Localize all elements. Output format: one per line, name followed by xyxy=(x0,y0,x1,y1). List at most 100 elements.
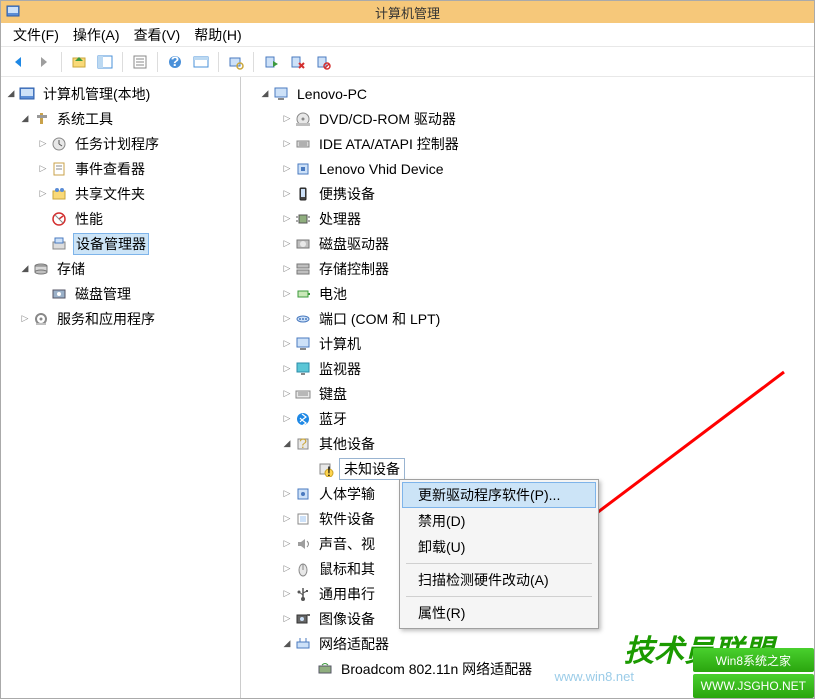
view-button[interactable] xyxy=(190,51,212,73)
expand-toggle[interactable] xyxy=(37,163,49,175)
vhid-icon xyxy=(295,161,313,177)
expand-toggle[interactable] xyxy=(281,288,293,300)
device-item[interactable]: 便携设备 xyxy=(241,181,814,206)
expand-toggle[interactable] xyxy=(281,188,293,200)
expand-toggle[interactable] xyxy=(281,263,293,275)
computer-icon xyxy=(273,86,291,102)
expand-toggle[interactable] xyxy=(281,563,293,575)
expand-toggle[interactable] xyxy=(281,438,293,450)
expand-toggle[interactable] xyxy=(281,588,293,600)
device-item[interactable]: 处理器 xyxy=(241,206,814,231)
back-button[interactable] xyxy=(7,51,29,73)
share-icon xyxy=(51,186,69,202)
perf-icon xyxy=(51,211,69,227)
context-menu-item[interactable]: 更新驱动程序软件(P)... xyxy=(402,482,596,508)
keyboard-icon xyxy=(295,386,313,402)
expand-toggle[interactable] xyxy=(281,613,293,625)
enable-button[interactable] xyxy=(260,51,282,73)
uninstall-button[interactable] xyxy=(286,51,308,73)
expand-toggle[interactable] xyxy=(281,163,293,175)
forward-button[interactable] xyxy=(33,51,55,73)
device-item[interactable]: DVD/CD-ROM 驱动器 xyxy=(241,106,814,131)
tree-root[interactable]: 计算机管理(本地) xyxy=(1,81,240,106)
up-button[interactable] xyxy=(68,51,90,73)
expand-toggle[interactable] xyxy=(37,288,49,300)
context-menu-item[interactable]: 属性(R) xyxy=(402,600,596,626)
device-item[interactable]: 监视器 xyxy=(241,356,814,381)
scan-button[interactable] xyxy=(225,51,247,73)
device-item[interactable]: 键盘 xyxy=(241,381,814,406)
device-item[interactable]: 计算机 xyxy=(241,331,814,356)
context-menu-item[interactable]: 禁用(D) xyxy=(402,508,596,534)
portable-icon xyxy=(295,186,313,202)
expand-toggle[interactable] xyxy=(37,188,49,200)
expand-toggle[interactable] xyxy=(281,513,293,525)
device-item[interactable]: !未知设备 xyxy=(241,456,814,481)
svg-text:?: ? xyxy=(299,436,307,451)
expand-toggle[interactable] xyxy=(281,413,293,425)
expand-toggle[interactable] xyxy=(281,488,293,500)
tree-item[interactable]: 存储 xyxy=(1,256,240,281)
show-hide-tree-button[interactable] xyxy=(94,51,116,73)
ide-icon xyxy=(295,136,313,152)
left-tree-pane[interactable]: 计算机管理(本地)系统工具任务计划程序事件查看器共享文件夹性能设备管理器存储磁盘… xyxy=(1,77,241,698)
expand-toggle[interactable] xyxy=(281,238,293,250)
title-bar: 计算机管理 xyxy=(1,1,814,23)
expand-toggle[interactable] xyxy=(281,363,293,375)
disable-button[interactable] xyxy=(312,51,334,73)
unknown-icon: ! xyxy=(317,461,335,477)
expand-toggle[interactable] xyxy=(281,138,293,150)
device-item[interactable]: 蓝牙 xyxy=(241,406,814,431)
window-title: 计算机管理 xyxy=(375,3,440,22)
expand-toggle[interactable] xyxy=(37,213,49,225)
svg-text:!: ! xyxy=(327,463,331,477)
menu-help[interactable]: 帮助(H) xyxy=(190,23,245,47)
tree-item[interactable]: 磁盘管理 xyxy=(1,281,240,306)
watermark-line2: WWW.JSGHO.NET xyxy=(693,674,814,698)
tree-item[interactable]: 共享文件夹 xyxy=(1,181,240,206)
device-item[interactable]: 磁盘驱动器 xyxy=(241,231,814,256)
device-item[interactable]: 存储控制器 xyxy=(241,256,814,281)
device-item[interactable]: ?其他设备 xyxy=(241,431,814,456)
device-item[interactable]: Lenovo Vhid Device xyxy=(241,156,814,181)
expand-toggle[interactable] xyxy=(281,538,293,550)
port-icon xyxy=(295,311,313,327)
expand-toggle[interactable] xyxy=(281,338,293,350)
context-menu-item[interactable]: 卸载(U) xyxy=(402,534,596,560)
tree-item[interactable]: 任务计划程序 xyxy=(1,131,240,156)
expand-toggle[interactable] xyxy=(19,313,31,325)
device-item[interactable]: 端口 (COM 和 LPT) xyxy=(241,306,814,331)
watermark-green: Win8系统之家 WWW.JSGHO.NET xyxy=(693,646,814,698)
properties-button[interactable] xyxy=(129,51,151,73)
expand-toggle[interactable] xyxy=(303,463,315,475)
tree-item[interactable]: 性能 xyxy=(1,206,240,231)
device-item[interactable]: 电池 xyxy=(241,281,814,306)
help-button[interactable]: ? xyxy=(164,51,186,73)
devmgr-icon xyxy=(51,236,69,252)
expand-toggle[interactable] xyxy=(281,638,293,650)
toolbar-separator xyxy=(157,52,158,72)
tree-item[interactable]: 服务和应用程序 xyxy=(1,306,240,331)
expand-toggle[interactable] xyxy=(281,388,293,400)
expand-toggle[interactable] xyxy=(37,138,49,150)
device-root[interactable]: Lenovo-PC xyxy=(241,81,814,106)
network-icon xyxy=(295,636,313,652)
menu-view[interactable]: 查看(V) xyxy=(130,23,185,47)
tree-item[interactable]: 事件查看器 xyxy=(1,156,240,181)
menu-action[interactable]: 操作(A) xyxy=(69,23,124,47)
expand-toggle[interactable] xyxy=(19,113,31,125)
right-tree-pane[interactable]: Lenovo-PCDVD/CD-ROM 驱动器IDE ATA/ATAPI 控制器… xyxy=(241,77,814,698)
expand-toggle[interactable] xyxy=(19,263,31,275)
monitor-icon xyxy=(295,361,313,377)
expand-toggle[interactable] xyxy=(281,213,293,225)
expand-toggle[interactable] xyxy=(37,238,49,250)
tree-item[interactable]: 设备管理器 xyxy=(1,231,240,256)
tree-item[interactable]: 系统工具 xyxy=(1,106,240,131)
expand-toggle[interactable] xyxy=(303,663,315,675)
expand-toggle[interactable] xyxy=(281,113,293,125)
services-icon xyxy=(33,311,51,327)
expand-toggle[interactable] xyxy=(281,313,293,325)
context-menu-item[interactable]: 扫描检测硬件改动(A) xyxy=(402,567,596,593)
device-item[interactable]: IDE ATA/ATAPI 控制器 xyxy=(241,131,814,156)
menu-file[interactable]: 文件(F) xyxy=(9,23,63,47)
